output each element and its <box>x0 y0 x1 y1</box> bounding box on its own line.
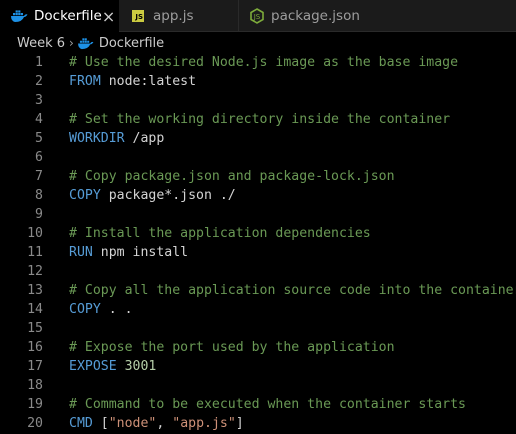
code-comment: # Use the desired Node.js image as the b… <box>69 55 459 70</box>
code-comment: # Copy package.json and package-lock.jso… <box>69 169 395 184</box>
code-line: 15 <box>0 319 516 338</box>
svg-text:JS: JS <box>253 13 261 21</box>
line-number: 15 <box>27 321 43 336</box>
line-number: 6 <box>35 150 43 165</box>
code-text: ] <box>235 416 244 431</box>
code-text: [ <box>92 416 109 431</box>
line-number: 18 <box>27 378 43 393</box>
tab-app-js[interactable]: JS app.js <box>119 0 239 32</box>
tab-package-json[interactable]: JS package.json <box>239 0 360 32</box>
breadcrumb-file[interactable]: Dockerfile <box>99 36 164 51</box>
line-number: 3 <box>35 93 43 108</box>
chevron-right-icon: › <box>69 36 74 50</box>
code-keyword: WORKDIR <box>69 131 125 146</box>
line-number: 1 <box>35 55 43 70</box>
tab-bar: Dockerfile × JS app.js JS package.json <box>0 0 516 32</box>
code-comment: # Expose the port used by the applicatio… <box>69 340 395 355</box>
code-line: 6 <box>0 148 516 167</box>
line-number: 20 <box>27 416 43 431</box>
code-line: 12 <box>0 262 516 281</box>
line-number: 2 <box>35 74 43 89</box>
code-text: , <box>156 416 173 431</box>
code-line: 8 COPY package*.json ./ <box>0 186 516 205</box>
line-number: 11 <box>27 245 43 260</box>
line-number: 14 <box>27 302 43 317</box>
code-text: package*.json ./ <box>100 188 236 203</box>
code-line: 4 # Set the working directory inside the … <box>0 110 516 129</box>
code-line: 20 CMD ["node", "app.js"] <box>0 414 516 433</box>
node-icon: JS <box>249 7 265 25</box>
line-number: 13 <box>27 283 43 298</box>
close-icon[interactable]: × <box>102 7 115 26</box>
code-line: 7 # Copy package.json and package-lock.js… <box>0 167 516 186</box>
code-line: 3 <box>0 91 516 110</box>
code-comment: # Set the working directory inside the c… <box>69 112 451 127</box>
code-line: 13 # Copy all the application source code… <box>0 281 516 300</box>
code-line: 18 <box>0 376 516 395</box>
code-keyword: COPY <box>69 302 101 317</box>
code-string: "app.js" <box>172 416 236 431</box>
line-number: 8 <box>35 188 43 203</box>
docker-icon <box>77 36 95 50</box>
code-comment: # Copy all the application source code i… <box>69 283 516 298</box>
code-text: node:latest <box>100 74 197 89</box>
code-line: 2 FROM node:latest <box>0 72 516 91</box>
line-number: 10 <box>27 226 43 241</box>
code-text: /app <box>124 131 165 146</box>
code-text: . . <box>100 302 133 317</box>
code-number: 3001 <box>124 359 157 374</box>
code-keyword: CMD <box>69 416 93 431</box>
tab-label: Dockerfile <box>34 8 102 24</box>
code-line: 9 <box>0 205 516 224</box>
code-line: 19 # Command to be executed when the cont… <box>0 395 516 414</box>
docker-icon <box>10 7 28 25</box>
line-number: 12 <box>27 264 43 279</box>
code-line: 17 EXPOSE 3001 <box>0 357 516 376</box>
tab-label: app.js <box>153 8 194 24</box>
code-keyword: COPY <box>69 188 101 203</box>
line-number: 4 <box>35 112 43 127</box>
line-number: 5 <box>35 131 43 146</box>
line-number: 16 <box>27 340 43 355</box>
code-keyword: EXPOSE <box>69 359 117 374</box>
code-comment: # Command to be executed when the contai… <box>69 397 466 412</box>
code-line: 16 # Expose the port used by the applicat… <box>0 338 516 357</box>
code-line: 11 RUN npm install <box>0 243 516 262</box>
tab-dockerfile[interactable]: Dockerfile × <box>0 0 119 32</box>
code-line: 1 # Use the desired Node.js image as the … <box>0 53 516 72</box>
line-number: 17 <box>27 359 43 374</box>
code-comment: # Install the application dependencies <box>69 226 371 241</box>
line-number: 9 <box>35 207 43 222</box>
code-line: 10 # Install the application dependencies <box>0 224 516 243</box>
breadcrumb: Week 6 › Dockerfile <box>0 32 516 54</box>
line-number: 19 <box>27 397 43 412</box>
code-text: npm install <box>92 245 189 260</box>
code-keyword: RUN <box>69 245 93 260</box>
js-icon: JS <box>129 7 147 25</box>
line-number: 7 <box>35 169 43 184</box>
code-line: 14 COPY . . <box>0 300 516 319</box>
breadcrumb-folder[interactable]: Week 6 <box>17 36 65 51</box>
code-keyword: FROM <box>69 74 101 89</box>
code-editor[interactable]: 1 # Use the desired Node.js image as the … <box>0 53 516 433</box>
code-line: 5 WORKDIR /app <box>0 129 516 148</box>
code-string: "node" <box>108 416 157 431</box>
tab-label: package.json <box>271 8 360 24</box>
